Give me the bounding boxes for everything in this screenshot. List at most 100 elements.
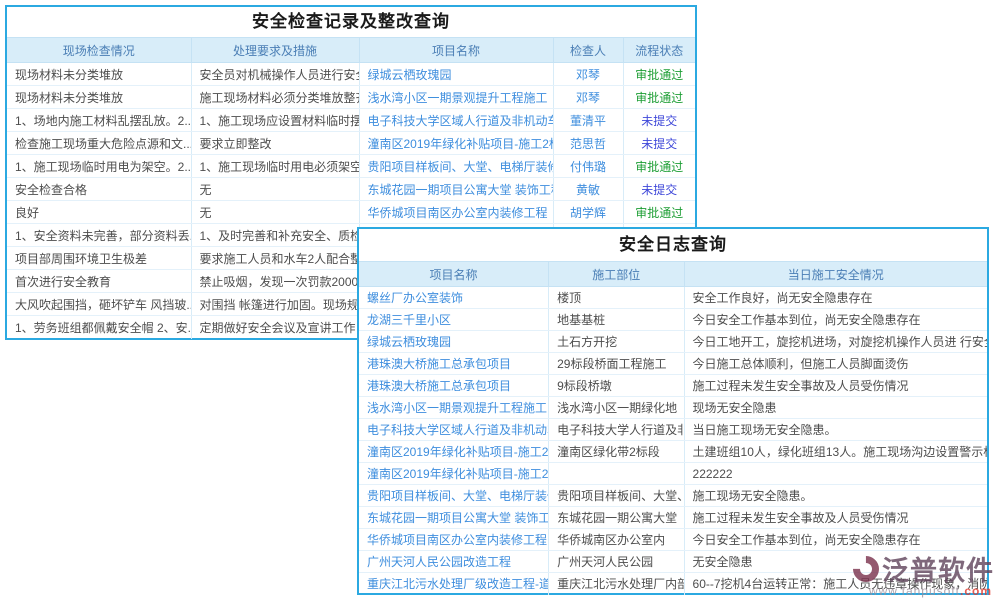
- cell-site-check: 首次进行安全教育: [7, 270, 191, 293]
- table-row: 良好无华侨城项目南区办公室内装修工程胡学辉审批通过: [7, 201, 695, 224]
- cell-inspector-link[interactable]: 胡学辉: [553, 201, 623, 224]
- col-header-daily-safety: 当日施工安全情况: [684, 262, 987, 287]
- cell-measures: 无: [191, 178, 359, 201]
- table-row: 重庆江北污水处理厂级改造工程-道路修复重庆江北污水处理厂内部...60--7挖机…: [359, 573, 987, 595]
- col-header-flow-status: 流程状态: [623, 38, 695, 63]
- cell-measures: 1、施工现场临时用电必须架空...: [191, 155, 359, 178]
- cell-project-link[interactable]: 港珠澳大桥施工总承包项目: [359, 375, 549, 397]
- cell-site-check: 项目部周围环境卫生极差: [7, 247, 191, 270]
- cell-measures: 1、施工现场应设置材料临时摆...: [191, 109, 359, 132]
- cell-construction-part: 广州天河人民公园: [549, 551, 684, 573]
- cell-construction-part: 地基基桩: [549, 309, 684, 331]
- cell-project-link[interactable]: 潼南区2019年绿化补贴项目-施工2标段: [359, 441, 549, 463]
- cell-project-link[interactable]: 重庆江北污水处理厂级改造工程-道路修复: [359, 573, 549, 595]
- cell-measures: 禁止吸烟，发现一次罚款2000...: [191, 270, 359, 293]
- table-row: 龙湖三千里小区地基基桩今日安全工作基本到位，尚无安全隐患存在: [359, 309, 987, 331]
- safety-log-table: 项目名称 施工部位 当日施工安全情况 螺丝厂办公室装饰楼顶安全工作良好，尚无安全…: [359, 261, 987, 595]
- table-row: 电子科技大学区域人行道及非机动车道工程电子科技大学人行道及非...当日施工现场无…: [359, 419, 987, 441]
- cell-inspector-link[interactable]: 黄敏: [553, 178, 623, 201]
- cell-flow-status: 审批通过: [623, 86, 695, 109]
- cell-inspector-link[interactable]: 范思哲: [553, 132, 623, 155]
- table-row: 安全检查合格无东城花园一期项目公寓大堂 装饰工程黄敏未提交: [7, 178, 695, 201]
- col-header-site-check: 现场检查情况: [7, 38, 191, 63]
- table-row: 浅水湾小区一期景观提升工程施工浅水湾小区一期绿化地现场无安全隐患: [359, 397, 987, 419]
- cell-daily-safety: 今日安全工作基本到位，尚无安全隐患存在: [684, 529, 987, 551]
- cell-daily-safety: 今日安全工作基本到位，尚无安全隐患存在: [684, 309, 987, 331]
- col-header-project-name: 项目名称: [359, 262, 549, 287]
- cell-site-check: 1、劳务班组都佩戴安全帽 2、安...: [7, 316, 191, 339]
- cell-inspector-link[interactable]: 董清平: [553, 109, 623, 132]
- inspection-header-row: 现场检查情况 处理要求及措施 项目名称 检查人 流程状态: [7, 38, 695, 63]
- cell-flow-status: 未提交: [623, 132, 695, 155]
- cell-daily-safety: 施工过程未发生安全事故及人员受伤情况: [684, 507, 987, 529]
- cell-project-link[interactable]: 潼南区2019年绿化补贴项目-施工2标段: [359, 132, 553, 155]
- log-table-body: 螺丝厂办公室装饰楼顶安全工作良好，尚无安全隐患存在龙湖三千里小区地基基桩今日安全…: [359, 287, 987, 595]
- cell-project-link[interactable]: 潼南区2019年绿化补贴项目-施工2标段: [359, 463, 549, 485]
- cell-project-link[interactable]: 广州天河人民公园改造工程: [359, 551, 549, 573]
- col-header-measures: 处理要求及措施: [191, 38, 359, 63]
- cell-construction-part: 土石方开挖: [549, 331, 684, 353]
- cell-project-link[interactable]: 贵阳项目样板间、大堂、电梯厅装修工程: [359, 155, 553, 178]
- table-row: 港珠澳大桥施工总承包项目9标段桥墩施工过程未发生安全事故及人员受伤情况: [359, 375, 987, 397]
- cell-measures: 无: [191, 201, 359, 224]
- table-row: 港珠澳大桥施工总承包项目29标段桥面工程施工今日施工总体顺利，但施工人员脚面烫伤: [359, 353, 987, 375]
- safety-log-panel: 安全日志查询 项目名称 施工部位 当日施工安全情况 螺丝厂办公室装饰楼顶安全工作…: [357, 227, 989, 595]
- cell-project-link[interactable]: 绿城云栖玫瑰园: [359, 331, 549, 353]
- cell-measures: 施工现场材料必须分类堆放整齐...: [191, 86, 359, 109]
- col-header-inspector: 检查人: [553, 38, 623, 63]
- table-row: 1、场地内施工材料乱摆乱放。2...1、施工现场应设置材料临时摆...电子科技大…: [7, 109, 695, 132]
- cell-project-link[interactable]: 电子科技大学区域人行道及非机动车道工程: [359, 419, 549, 441]
- cell-construction-part: 电子科技大学人行道及非...: [549, 419, 684, 441]
- cell-project-link[interactable]: 浅水湾小区一期景观提升工程施工: [359, 397, 549, 419]
- cell-project-link[interactable]: 贵阳项目样板间、大堂、电梯厅装修工程: [359, 485, 549, 507]
- cell-construction-part: 楼顶: [549, 287, 684, 309]
- cell-inspector-link[interactable]: 付伟璐: [553, 155, 623, 178]
- cell-measures: 对围挡 帐篷进行加固。现场规...: [191, 293, 359, 316]
- table-row: 贵阳项目样板间、大堂、电梯厅装修工程贵阳项目样板间、大堂、...施工现场无安全隐…: [359, 485, 987, 507]
- cell-daily-safety: 安全工作良好，尚无安全隐患存在: [684, 287, 987, 309]
- log-panel-title: 安全日志查询: [359, 229, 987, 261]
- cell-project-link[interactable]: 绿城云栖玫瑰园: [359, 63, 553, 86]
- cell-flow-status: 未提交: [623, 178, 695, 201]
- cell-inspector-link[interactable]: 邓琴: [553, 63, 623, 86]
- col-header-construction-part: 施工部位: [549, 262, 684, 287]
- cell-site-check: 大风吹起围挡，砸坏铲车 风挡玻...: [7, 293, 191, 316]
- cell-flow-status: 未提交: [623, 109, 695, 132]
- cell-project-link[interactable]: 东城花园一期项目公寓大堂 装饰工程: [359, 178, 553, 201]
- cell-project-link[interactable]: 华侨城项目南区办公室内装修工程: [359, 201, 553, 224]
- table-row: 螺丝厂办公室装饰楼顶安全工作良好，尚无安全隐患存在: [359, 287, 987, 309]
- inspection-panel-title: 安全检查记录及整改查询: [7, 7, 695, 37]
- cell-site-check: 安全检查合格: [7, 178, 191, 201]
- cell-measures: 定期做好安全会议及宣讲工作: [191, 316, 359, 339]
- cell-flow-status: 审批通过: [623, 63, 695, 86]
- table-row: 检查施工现场重大危险点源和文...要求立即整改潼南区2019年绿化补贴项目-施工…: [7, 132, 695, 155]
- cell-site-check: 现场材料未分类堆放: [7, 63, 191, 86]
- cell-project-link[interactable]: 螺丝厂办公室装饰: [359, 287, 549, 309]
- cell-daily-safety: 60--7挖机4台运转正常：施工人员无违章操作现象，消防7人在: [684, 573, 987, 595]
- cell-construction-part: 贵阳项目样板间、大堂、...: [549, 485, 684, 507]
- table-row: 东城花园一期项目公寓大堂 装饰工程东城花园一期公寓大堂施工过程未发生安全事故及人…: [359, 507, 987, 529]
- cell-project-link[interactable]: 港珠澳大桥施工总承包项目: [359, 353, 549, 375]
- cell-site-check: 1、安全资料未完善，部分资料丢...: [7, 224, 191, 247]
- log-header-row: 项目名称 施工部位 当日施工安全情况: [359, 262, 987, 287]
- cell-daily-safety: 土建班组10人，绿化班组13人。施工现场沟边设置警示标识，...: [684, 441, 987, 463]
- cell-flow-status: 审批通过: [623, 155, 695, 178]
- table-row: 现场材料未分类堆放施工现场材料必须分类堆放整齐...浅水湾小区一期景观提升工程施…: [7, 86, 695, 109]
- cell-inspector-link[interactable]: 邓琴: [553, 86, 623, 109]
- cell-daily-safety: 222222: [684, 463, 987, 485]
- cell-daily-safety: 施工现场无安全隐患。: [684, 485, 987, 507]
- table-row: 潼南区2019年绿化补贴项目-施工2标段 222222: [359, 463, 987, 485]
- cell-construction-part: 浅水湾小区一期绿化地: [549, 397, 684, 419]
- cell-project-link[interactable]: 浅水湾小区一期景观提升工程施工: [359, 86, 553, 109]
- cell-construction-part: 重庆江北污水处理厂内部...: [549, 573, 684, 595]
- cell-daily-safety: 今日工地开工，旋挖机进场，对旋挖机操作人员进 行安全技术...: [684, 331, 987, 353]
- cell-project-link[interactable]: 电子科技大学区域人行道及非机动车道工程: [359, 109, 553, 132]
- cell-project-link[interactable]: 华侨城项目南区办公室内装修工程: [359, 529, 549, 551]
- cell-site-check: 检查施工现场重大危险点源和文...: [7, 132, 191, 155]
- cell-project-link[interactable]: 东城花园一期项目公寓大堂 装饰工程: [359, 507, 549, 529]
- cell-project-link[interactable]: 龙湖三千里小区: [359, 309, 549, 331]
- cell-construction-part: [549, 463, 684, 485]
- cell-daily-safety: 无安全隐患: [684, 551, 987, 573]
- cell-site-check: 良好: [7, 201, 191, 224]
- cell-measures: 要求立即整改: [191, 132, 359, 155]
